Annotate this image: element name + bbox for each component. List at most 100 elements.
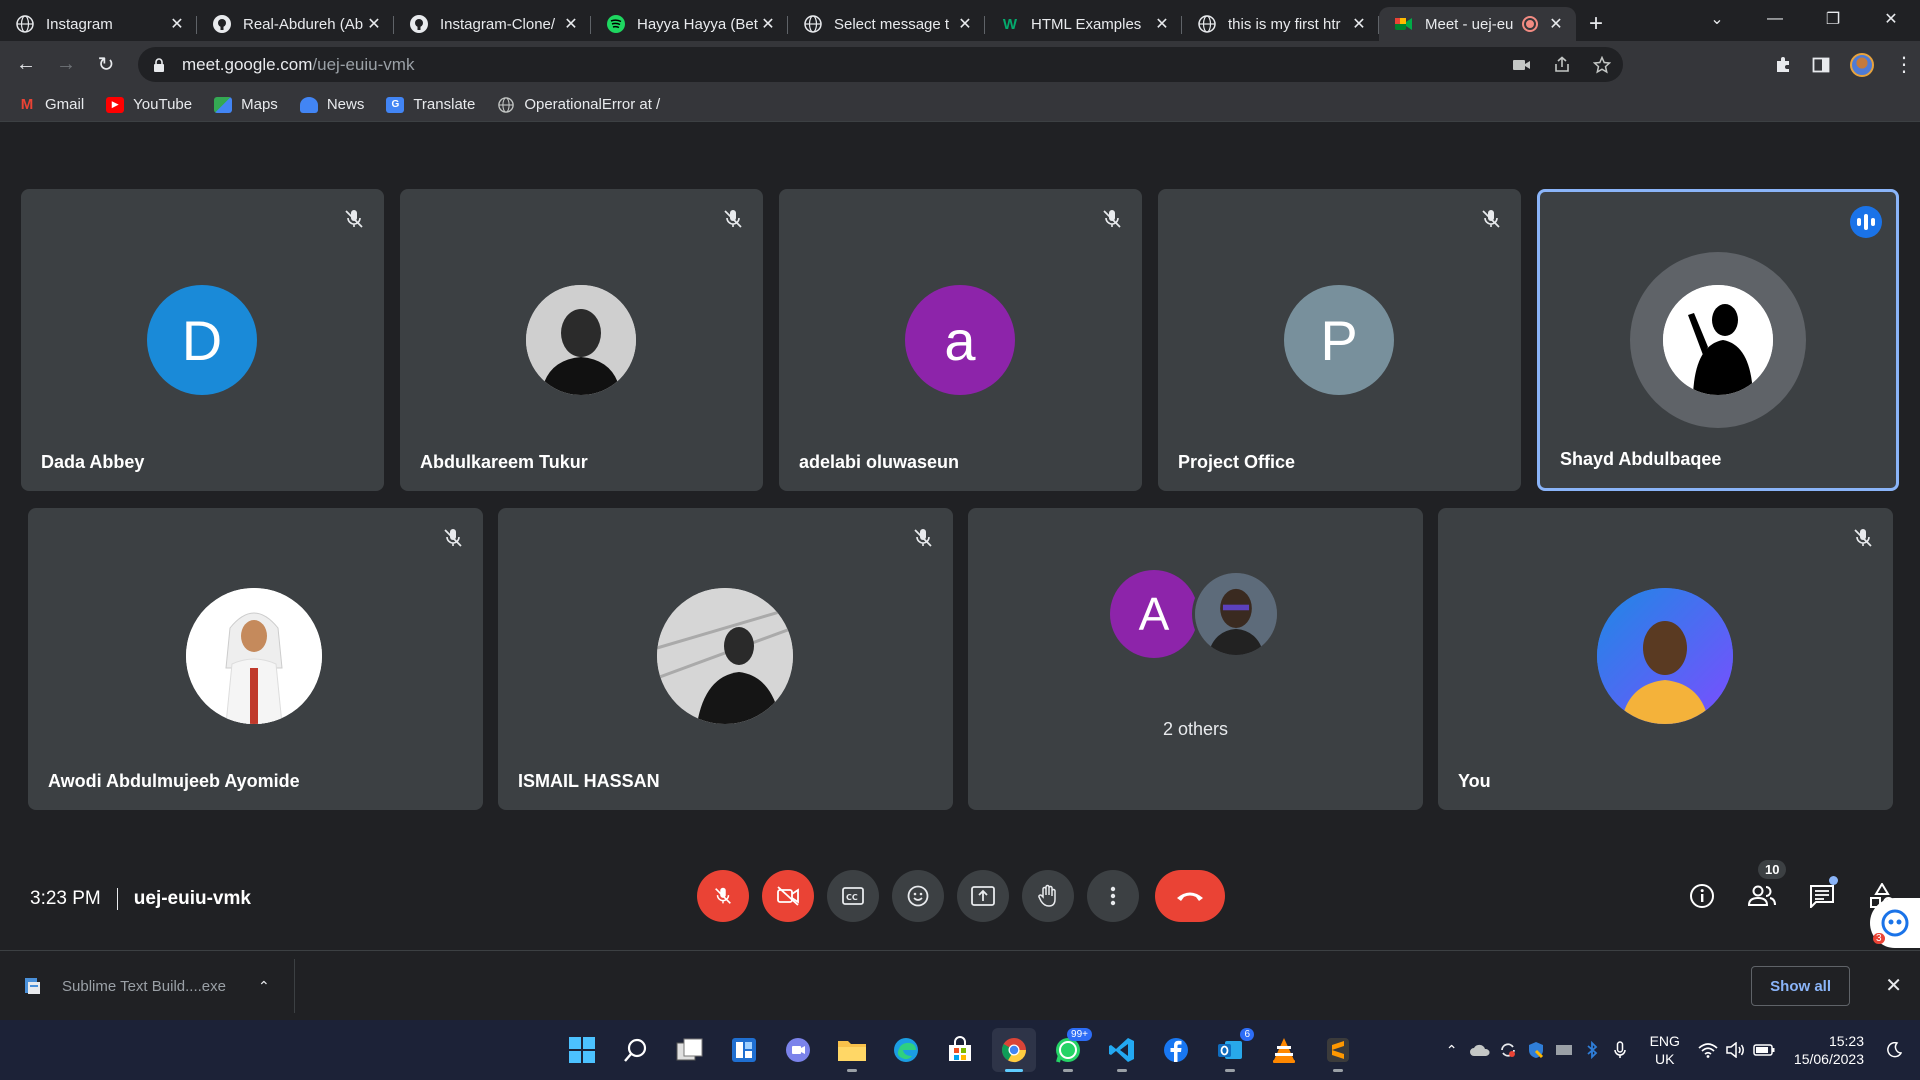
running-indicator [1225, 1069, 1235, 1072]
vlc-button[interactable] [1262, 1028, 1306, 1072]
raise-hand-button[interactable] [1022, 870, 1074, 922]
reload-button[interactable]: ↻ [88, 47, 124, 83]
tab-google-meet[interactable]: Meet - uej-eu ✕ [1379, 7, 1576, 41]
participant-tile-self[interactable]: You [1438, 508, 1893, 810]
notification-badge: 99+ [1067, 1028, 1092, 1041]
present-screen-button[interactable] [957, 870, 1009, 922]
participant-name: Dada Abbey [41, 452, 145, 472]
close-tab-icon[interactable]: ✕ [364, 14, 384, 34]
participant-tile[interactable]: Awodi Abdulmujeeb Ayomide [28, 508, 483, 810]
back-button[interactable]: ← [8, 47, 44, 83]
focus-assist-moon-icon[interactable] [1880, 1042, 1908, 1058]
volume-icon[interactable] [1722, 1042, 1750, 1058]
bookmark-maps[interactable]: Maps [214, 96, 278, 113]
new-tab-button[interactable]: + [1576, 7, 1616, 41]
onedrive-icon[interactable] [1466, 1043, 1494, 1057]
extensions-puzzle-icon[interactable] [1774, 56, 1792, 74]
close-tab-icon[interactable]: ✕ [1349, 14, 1369, 34]
tab-select-message[interactable]: Select message t ✕ [788, 7, 985, 41]
minimize-button[interactable]: — [1746, 0, 1804, 38]
restore-button[interactable]: ❐ [1804, 0, 1862, 38]
task-view-button[interactable] [668, 1028, 712, 1072]
more-options-button[interactable] [1087, 870, 1139, 922]
start-button[interactable] [560, 1028, 604, 1072]
close-downloads-icon[interactable]: ✕ [1885, 973, 1902, 998]
widgets-button[interactable] [722, 1028, 766, 1072]
tab-html-examples[interactable]: W HTML Examples ✕ [985, 7, 1182, 41]
tab-search-icon[interactable]: ⌄ [1688, 0, 1746, 38]
download-item[interactable]: Sublime Text Build....exe ⌃ [22, 951, 270, 1021]
participant-tile-others[interactable]: A 2 others [968, 508, 1423, 810]
show-hidden-icons-chevron[interactable]: ⌃ [1438, 1042, 1466, 1059]
facebook-button[interactable] [1154, 1028, 1198, 1072]
chevron-up-icon[interactable]: ⌃ [258, 978, 270, 995]
profile-avatar[interactable] [1850, 52, 1874, 77]
taskbar-search[interactable] [614, 1028, 658, 1072]
toggle-mic-button[interactable] [697, 870, 749, 922]
microphone-in-use-icon[interactable] [1606, 1041, 1634, 1059]
store-icon [949, 1036, 971, 1061]
avatar [1597, 588, 1733, 724]
address-bar[interactable]: meet.google.com/uej-euiu-vmk [138, 47, 1623, 82]
close-tab-icon[interactable]: ✕ [561, 14, 581, 34]
edge-browser-button[interactable] [884, 1028, 928, 1072]
avatar: A [1110, 570, 1198, 658]
system-tray: ⌃ ENG UK 15:23 15/06/2023 [1438, 1020, 1920, 1080]
tab-github-profile[interactable]: Real-Abdureh (Ab ✕ [197, 7, 394, 41]
taskbar-clock[interactable]: 15:23 15/06/2023 [1794, 1032, 1864, 1068]
tab-title: HTML Examples [1031, 15, 1142, 33]
vscode-button[interactable] [1100, 1028, 1144, 1072]
toggle-camera-button[interactable] [762, 870, 814, 922]
people-button[interactable]: 10 [1744, 860, 1787, 918]
share-icon[interactable] [1553, 55, 1571, 74]
bookmark-translate[interactable]: G Translate [386, 96, 475, 113]
bookmark-star-icon[interactable] [1593, 55, 1611, 74]
tab-spotify[interactable]: Hayya Hayya (Bet ✕ [591, 7, 788, 41]
bookmark-operational-error[interactable]: OperationalError at / [497, 96, 660, 113]
leave-call-button[interactable] [1155, 870, 1225, 922]
input-language[interactable]: ENG UK [1650, 1032, 1680, 1068]
meeting-details-button[interactable] [1684, 874, 1720, 918]
participant-tile[interactable]: D Dada Abbey [21, 189, 384, 491]
tab-github-repo[interactable]: Instagram-Clone/ ✕ [394, 7, 591, 41]
microsoft-store-button[interactable] [938, 1028, 982, 1072]
sync-icon[interactable] [1494, 1041, 1522, 1059]
participant-tile[interactable]: Abdulkareem Tukur [400, 189, 763, 491]
participant-tile[interactable]: P Project Office [1158, 189, 1521, 491]
file-explorer-button[interactable] [830, 1028, 874, 1072]
whatsapp-button[interactable]: 99+ [1046, 1028, 1092, 1072]
outlook-button[interactable]: 6 [1208, 1028, 1254, 1072]
reactions-button[interactable] [892, 870, 944, 922]
bluetooth-icon[interactable] [1578, 1041, 1606, 1059]
bookmark-youtube[interactable]: ▶ YouTube [106, 96, 192, 113]
participant-tile[interactable]: a adelabi oluwaseun [779, 189, 1142, 491]
bookmark-news[interactable]: News [299, 96, 364, 113]
floating-assistant-button[interactable]: 3 [1870, 898, 1920, 948]
forward-button[interactable]: → [48, 47, 84, 83]
tab-instagram[interactable]: Instagram ✕ [0, 7, 197, 41]
participant-tile[interactable]: ISMAIL HASSAN [498, 508, 953, 810]
close-window-button[interactable]: ✕ [1862, 0, 1920, 38]
close-tab-icon[interactable]: ✕ [758, 14, 778, 34]
battery-icon[interactable] [1750, 1044, 1778, 1056]
captions-button[interactable]: CC [827, 870, 879, 922]
security-shield-icon[interactable] [1522, 1041, 1550, 1059]
camera-in-use-icon[interactable] [1513, 58, 1531, 72]
tab-first-html[interactable]: this is my first htr ✕ [1182, 7, 1379, 41]
bookmark-gmail[interactable]: M Gmail [18, 96, 84, 113]
participant-tile-active-speaker[interactable]: Shayd Abdulbaqee [1537, 189, 1899, 491]
chrome-button[interactable] [992, 1028, 1036, 1072]
device-icon[interactable] [1550, 1043, 1578, 1057]
close-tab-icon[interactable]: ✕ [167, 14, 187, 34]
close-tab-icon[interactable]: ✕ [1546, 14, 1566, 34]
teams-chat-button[interactable] [776, 1028, 820, 1072]
chat-button[interactable] [1804, 874, 1840, 918]
show-all-downloads-button[interactable]: Show all [1751, 966, 1850, 1006]
side-panel-icon[interactable] [1812, 56, 1830, 74]
wifi-icon[interactable] [1694, 1042, 1722, 1058]
close-tab-icon[interactable]: ✕ [955, 14, 975, 34]
close-tab-icon[interactable]: ✕ [1152, 14, 1172, 34]
browser-menu-icon[interactable]: ⋮ [1894, 55, 1914, 75]
speaking-indicator-icon [1850, 206, 1882, 238]
sublime-text-button[interactable] [1316, 1028, 1360, 1072]
